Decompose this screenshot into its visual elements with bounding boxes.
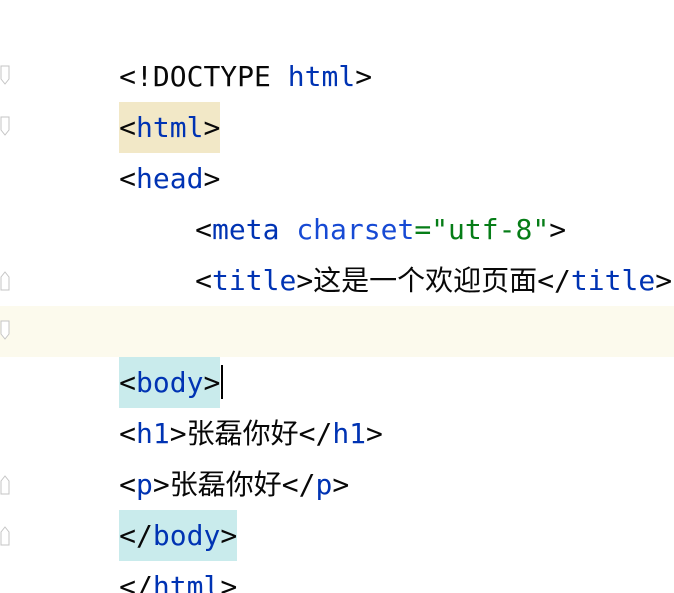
code-line[interactable]: <!DOCTYPE html> <box>0 0 674 93</box>
code-line[interactable]: <p>张磊你好</p> <box>0 408 674 501</box>
line-content: </body> <box>18 459 238 561</box>
line-content: <p>张磊你好</p> <box>18 408 349 501</box>
fold-open-icon[interactable] <box>0 65 10 87</box>
code-line[interactable]: </head> <box>0 255 674 348</box>
line-content: <!DOCTYPE html> <box>18 0 372 93</box>
end-tag-open-bracket: </ <box>119 570 153 593</box>
code-line[interactable]: </html> <box>0 510 674 593</box>
fold-open-icon[interactable] <box>0 320 10 342</box>
line-content: <meta charset="utf-8"> <box>18 153 566 246</box>
line-content: <body> <box>18 306 224 408</box>
code-line[interactable]: <head> <box>0 102 674 195</box>
code-line[interactable]: <h1>张磊你好</h1> <box>0 357 674 450</box>
code-line[interactable]: <meta charset="utf-8"> <box>0 153 674 246</box>
tag-close-bracket: > <box>220 570 238 593</box>
fold-close-icon[interactable] <box>0 269 10 291</box>
line-content: </html> <box>18 510 237 593</box>
fold-open-icon[interactable] <box>0 116 10 138</box>
code-line-current[interactable]: <body> <box>0 306 674 408</box>
line-content: <h1>张磊你好</h1> <box>18 357 383 450</box>
line-content: <title>这是一个欢迎页面</title> <box>18 204 672 297</box>
code-editor[interactable]: <!DOCTYPE html> <html> <head> <meta char… <box>0 0 674 593</box>
code-line[interactable]: </body> <box>0 459 674 561</box>
fold-close-icon[interactable] <box>0 524 10 546</box>
line-content: <head> <box>18 102 220 195</box>
line-content: </head> <box>18 255 237 348</box>
tag-name: html <box>152 570 221 593</box>
code-line[interactable]: <html> <box>0 51 674 153</box>
code-line[interactable]: <title>这是一个欢迎页面</title> <box>0 204 674 297</box>
line-content: <html> <box>18 51 221 153</box>
fold-close-icon[interactable] <box>0 473 10 495</box>
